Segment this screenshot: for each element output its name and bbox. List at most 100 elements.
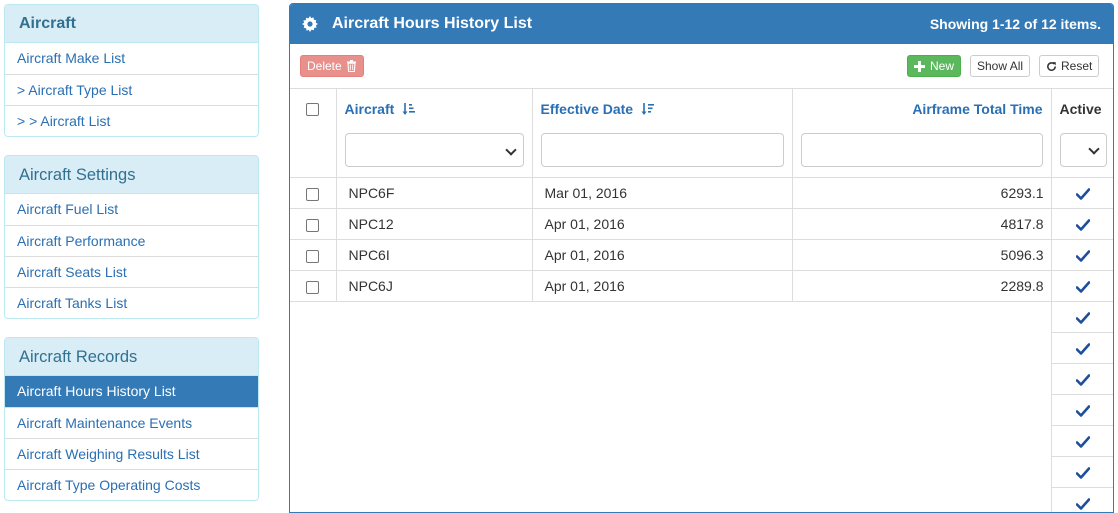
empty-cell <box>532 488 792 513</box>
column-aircraft-header[interactable]: Aircraft <box>337 89 532 129</box>
pagination-summary: Showing 1-12 of 12 items. <box>930 16 1101 32</box>
delete-button[interactable]: Delete <box>300 55 364 77</box>
column-effective-date-header[interactable]: Effective Date <box>533 89 792 129</box>
page-title: Aircraft Hours History List <box>332 15 930 33</box>
cell-active <box>1051 488 1114 513</box>
sidebar-heading-aircraft-records: Aircraft Records <box>5 338 258 376</box>
table-row <box>290 426 1114 457</box>
new-button[interactable]: New <box>907 55 961 77</box>
sidebar-item-aircraft-performance[interactable]: Aircraft Performance <box>5 225 258 256</box>
table-row <box>290 395 1114 426</box>
effective-date-filter-input[interactable] <box>541 133 784 167</box>
empty-cell <box>336 302 532 333</box>
empty-cell <box>532 426 792 457</box>
checkmark-icon <box>1076 281 1090 293</box>
sidebar-item-aircraft-fuel-list[interactable]: Aircraft Fuel List <box>5 194 258 225</box>
sort-descending-icon <box>641 102 655 116</box>
table-row[interactable]: NPC12Apr 01, 20164817.8 <box>290 209 1114 240</box>
column-airframe-total-time: Airframe Total Time <box>792 89 1051 178</box>
checkmark-icon <box>1076 250 1090 262</box>
column-airframe-total-time-label[interactable]: Airframe Total Time <box>793 89 1051 129</box>
reset-button-label: Reset <box>1061 56 1092 76</box>
checkmark-icon <box>1076 374 1090 386</box>
cell-aircraft: NPC6I <box>336 240 532 271</box>
empty-cell <box>290 426 336 457</box>
table-row <box>290 364 1114 395</box>
empty-cell <box>792 395 1051 426</box>
row-checkbox[interactable] <box>306 250 319 263</box>
sidebar-item-aircraft-seats-list[interactable]: Aircraft Seats List <box>5 256 258 287</box>
column-active: Active <box>1051 89 1114 178</box>
checkmark-icon <box>1076 312 1090 324</box>
sidebar-heading-aircraft-settings: Aircraft Settings <box>5 156 258 194</box>
cell-active <box>1051 302 1114 333</box>
empty-cell <box>792 364 1051 395</box>
empty-cell <box>336 426 532 457</box>
cell-active <box>1051 240 1114 271</box>
sidebar-item-aircraft-maintenance-events[interactable]: Aircraft Maintenance Events <box>5 407 258 438</box>
show-all-button-label: Show All <box>977 56 1023 76</box>
empty-cell <box>532 395 792 426</box>
sidebar-panel-aircraft: Aircraft Aircraft Make List > Aircraft T… <box>4 4 259 137</box>
cell-airframe-total-time: 5096.3 <box>792 240 1051 271</box>
table-row[interactable]: NPC6IApr 01, 20165096.3 <box>290 240 1114 271</box>
empty-cell <box>290 333 336 364</box>
active-filter-select[interactable] <box>1060 133 1108 167</box>
table-row[interactable]: NPC6JApr 01, 20162289.8 <box>290 271 1114 302</box>
empty-cell <box>532 364 792 395</box>
checkmark-icon <box>1076 188 1090 200</box>
sidebar-heading-aircraft: Aircraft <box>5 5 258 43</box>
empty-cell <box>290 457 336 488</box>
sidebar-item-aircraft-type-operating-costs[interactable]: Aircraft Type Operating Costs <box>5 469 258 500</box>
reset-button[interactable]: Reset <box>1039 55 1099 77</box>
empty-cell <box>532 333 792 364</box>
empty-cell <box>792 426 1051 457</box>
sidebar-item-aircraft-hours-history-list[interactable]: Aircraft Hours History List <box>5 376 258 407</box>
cell-active <box>1051 271 1114 302</box>
show-all-button[interactable]: Show All <box>970 55 1030 77</box>
sidebar-item-aircraft-weighing-results-list[interactable]: Aircraft Weighing Results List <box>5 438 258 469</box>
row-checkbox[interactable] <box>306 188 319 201</box>
cell-effective-date: Apr 01, 2016 <box>532 240 792 271</box>
toolbar: Delete New Show All Reset <box>290 44 1113 88</box>
table-row <box>290 302 1114 333</box>
sidebar-panel-aircraft-settings: Aircraft Settings Aircraft Fuel List Air… <box>4 155 259 319</box>
checkmark-icon <box>1076 498 1090 510</box>
row-checkbox[interactable] <box>306 219 319 232</box>
empty-cell <box>336 488 532 513</box>
sidebar-item-aircraft-tanks-list[interactable]: Aircraft Tanks List <box>5 287 258 318</box>
table-row <box>290 333 1114 364</box>
table-row <box>290 488 1114 513</box>
cell-airframe-total-time: 2289.8 <box>792 271 1051 302</box>
cell-active <box>1051 395 1114 426</box>
empty-cell <box>336 395 532 426</box>
row-select-cell <box>290 178 336 209</box>
sidebar-panel-aircraft-records: Aircraft Records Aircraft Hours History … <box>4 337 259 501</box>
empty-cell <box>532 457 792 488</box>
sidebar-item-aircraft-type-list[interactable]: > Aircraft Type List <box>5 74 258 105</box>
column-active-label: Active <box>1052 89 1115 129</box>
aircraft-filter-select[interactable] <box>345 133 524 167</box>
column-aircraft: Aircraft <box>336 89 532 178</box>
sort-ascending-icon <box>402 102 416 116</box>
delete-button-label: Delete <box>307 56 342 76</box>
table-row[interactable]: NPC6FMar 01, 20166293.1 <box>290 178 1114 209</box>
select-all-checkbox[interactable] <box>306 103 319 116</box>
sidebar-item-aircraft-make-list[interactable]: Aircraft Make List <box>5 43 258 74</box>
sidebar-item-aircraft-list[interactable]: > > Aircraft List <box>5 105 258 136</box>
empty-cell <box>336 457 532 488</box>
row-checkbox[interactable] <box>306 281 319 294</box>
checkmark-icon <box>1076 343 1090 355</box>
column-effective-date: Effective Date <box>532 89 792 178</box>
refresh-icon <box>1046 61 1057 72</box>
column-aircraft-label: Aircraft <box>345 101 395 117</box>
empty-cell <box>290 488 336 513</box>
empty-cell <box>792 302 1051 333</box>
cell-airframe-total-time: 4817.8 <box>792 209 1051 240</box>
chevron-down-icon <box>1088 143 1099 154</box>
checkmark-icon <box>1076 219 1090 231</box>
main-header: Aircraft Hours History List Showing 1-12… <box>290 4 1113 44</box>
cell-active <box>1051 364 1114 395</box>
airframe-total-time-filter-input[interactable] <box>801 133 1043 167</box>
select-all-header <box>290 89 336 178</box>
